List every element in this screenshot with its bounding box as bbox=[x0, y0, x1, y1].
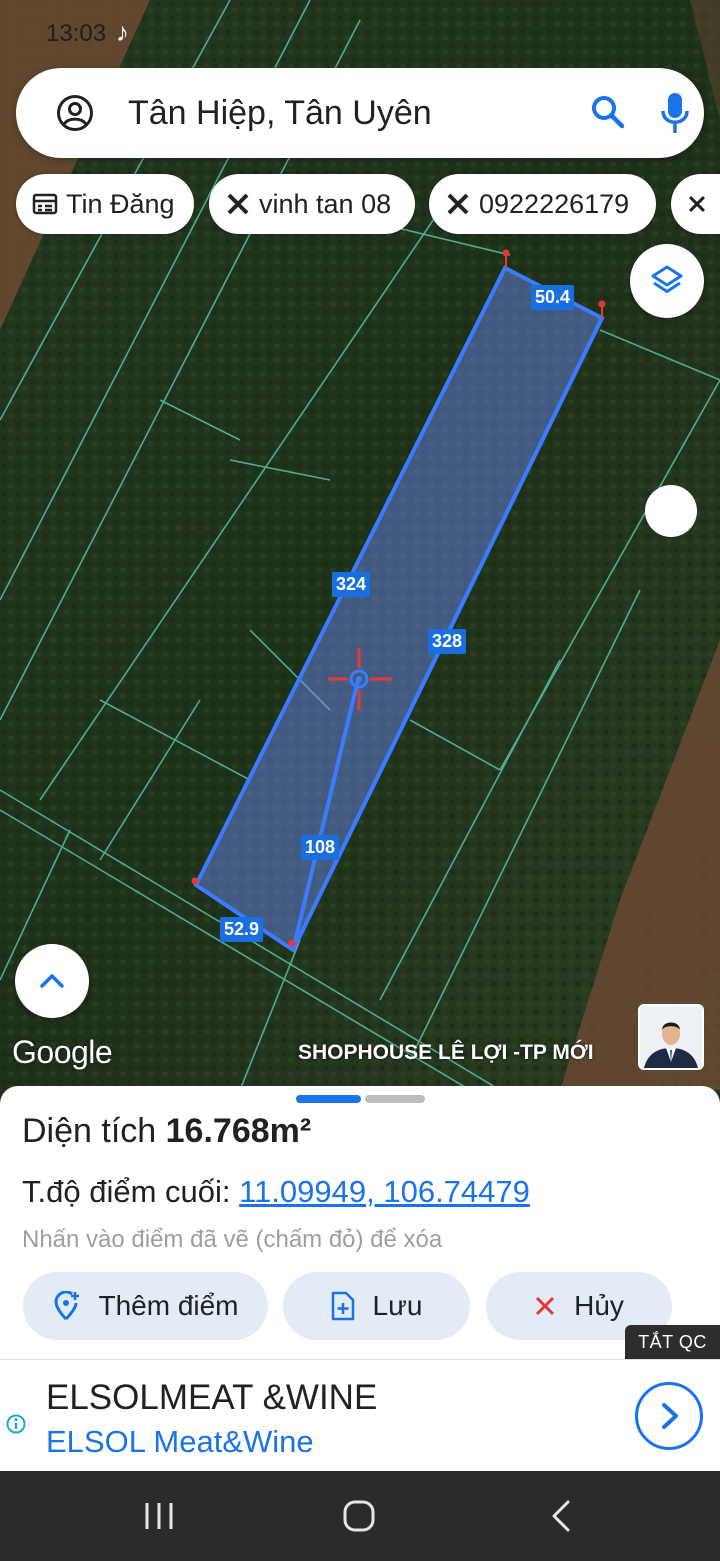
status-time: 13:03 bbox=[46, 20, 107, 47]
delete-hint: Nhấn vào điểm đã vẽ (chấm đỏ) để xóa bbox=[22, 1226, 443, 1253]
tools-icon bbox=[227, 193, 249, 215]
edge-label-left: 324 bbox=[332, 572, 371, 597]
ad-open-button[interactable] bbox=[635, 1382, 703, 1450]
search-bar[interactable]: Tân Hiệp, Tân Uyên bbox=[16, 68, 704, 158]
chip-tin-dang[interactable]: Tin Đăng bbox=[16, 174, 194, 234]
area-row: Diện tích 16.768m² bbox=[22, 1112, 311, 1151]
recent-apps-icon[interactable] bbox=[142, 1499, 176, 1533]
add-point-button[interactable]: Thêm điểm bbox=[23, 1272, 268, 1340]
chip-vinh-tan[interactable]: vinh tan 08 bbox=[209, 174, 415, 234]
tools-icon bbox=[447, 193, 469, 215]
home-icon[interactable] bbox=[342, 1499, 376, 1533]
ad-subtitle[interactable]: ELSOL Meat&Wine bbox=[46, 1424, 314, 1460]
list-icon bbox=[32, 193, 58, 215]
map-canvas[interactable] bbox=[0, 0, 720, 1090]
mic-icon[interactable] bbox=[660, 92, 690, 134]
cancel-label: Hủy bbox=[574, 1290, 624, 1321]
save-label: Lưu bbox=[372, 1290, 423, 1321]
chip-label: vinh tan 08 bbox=[259, 188, 392, 219]
chevron-up-icon bbox=[40, 974, 64, 988]
account-icon[interactable] bbox=[56, 94, 94, 132]
tiktok-icon: ♪ bbox=[116, 17, 129, 47]
edge-label-right: 328 bbox=[428, 629, 467, 654]
add-point-label: Thêm điểm bbox=[98, 1290, 239, 1321]
search-input[interactable]: Tân Hiệp, Tân Uyên bbox=[128, 94, 432, 133]
filter-chips: Tin Đăng vinh tan 08 0922226179 bbox=[16, 174, 720, 234]
person-photo bbox=[640, 1006, 702, 1068]
map-toggle-dot[interactable] bbox=[645, 485, 697, 537]
close-ad-button[interactable]: TẮT QC bbox=[625, 1325, 720, 1359]
add-location-icon bbox=[54, 1291, 80, 1321]
ad-overlay-title[interactable]: SHOPHOUSE LÊ LỢI -TP MỚI bbox=[298, 1041, 594, 1065]
sheet-handle-inactive[interactable] bbox=[365, 1095, 425, 1103]
avatar[interactable] bbox=[638, 1004, 704, 1070]
save-button[interactable]: Lưu bbox=[283, 1272, 470, 1340]
back-icon[interactable] bbox=[548, 1499, 576, 1533]
area-value: 16.768m² bbox=[165, 1112, 312, 1150]
chevron-right-icon bbox=[662, 1403, 678, 1429]
chip-label: Tin Đăng bbox=[66, 188, 175, 219]
tools-icon bbox=[688, 195, 706, 213]
measure-sheet: Diện tích 16.768m² T.độ điểm cuối: 11.09… bbox=[0, 1086, 720, 1361]
close-icon bbox=[536, 1296, 555, 1316]
sheet-handle-active[interactable] bbox=[296, 1095, 361, 1103]
coord-link[interactable]: 11.09949, 106.74479 bbox=[239, 1174, 530, 1209]
expand-button[interactable] bbox=[15, 944, 89, 1018]
edge-label-inner: 108 bbox=[301, 835, 340, 860]
add-file-icon bbox=[331, 1291, 354, 1321]
chip-more[interactable] bbox=[671, 174, 720, 234]
search-icon[interactable] bbox=[590, 94, 626, 130]
edge-label-top: 50.4 bbox=[531, 285, 575, 310]
coord-row: T.độ điểm cuối: 11.09949, 106.74479 bbox=[22, 1174, 530, 1210]
ad-banner[interactable]: ELSOLMEAT &WINE ELSOL Meat&Wine bbox=[0, 1359, 720, 1471]
chip-label: 0922226179 bbox=[479, 188, 630, 219]
system-nav-bar bbox=[0, 1471, 720, 1561]
satellite-map[interactable]: 50.4 324 328 108 52.9 bbox=[0, 0, 720, 1090]
info-icon[interactable] bbox=[6, 1414, 26, 1434]
layers-button[interactable] bbox=[630, 244, 704, 318]
edge-label-bottom: 52.9 bbox=[220, 917, 264, 942]
google-attribution: Google bbox=[12, 1034, 113, 1070]
coord-label: T.độ điểm cuối: bbox=[22, 1174, 231, 1209]
status-bar: 13:03 ♪ bbox=[0, 0, 720, 60]
layers-icon bbox=[651, 265, 683, 293]
ad-title[interactable]: ELSOLMEAT &WINE bbox=[46, 1378, 377, 1418]
chip-phone[interactable]: 0922226179 bbox=[429, 174, 656, 234]
area-label: Diện tích bbox=[22, 1112, 157, 1150]
